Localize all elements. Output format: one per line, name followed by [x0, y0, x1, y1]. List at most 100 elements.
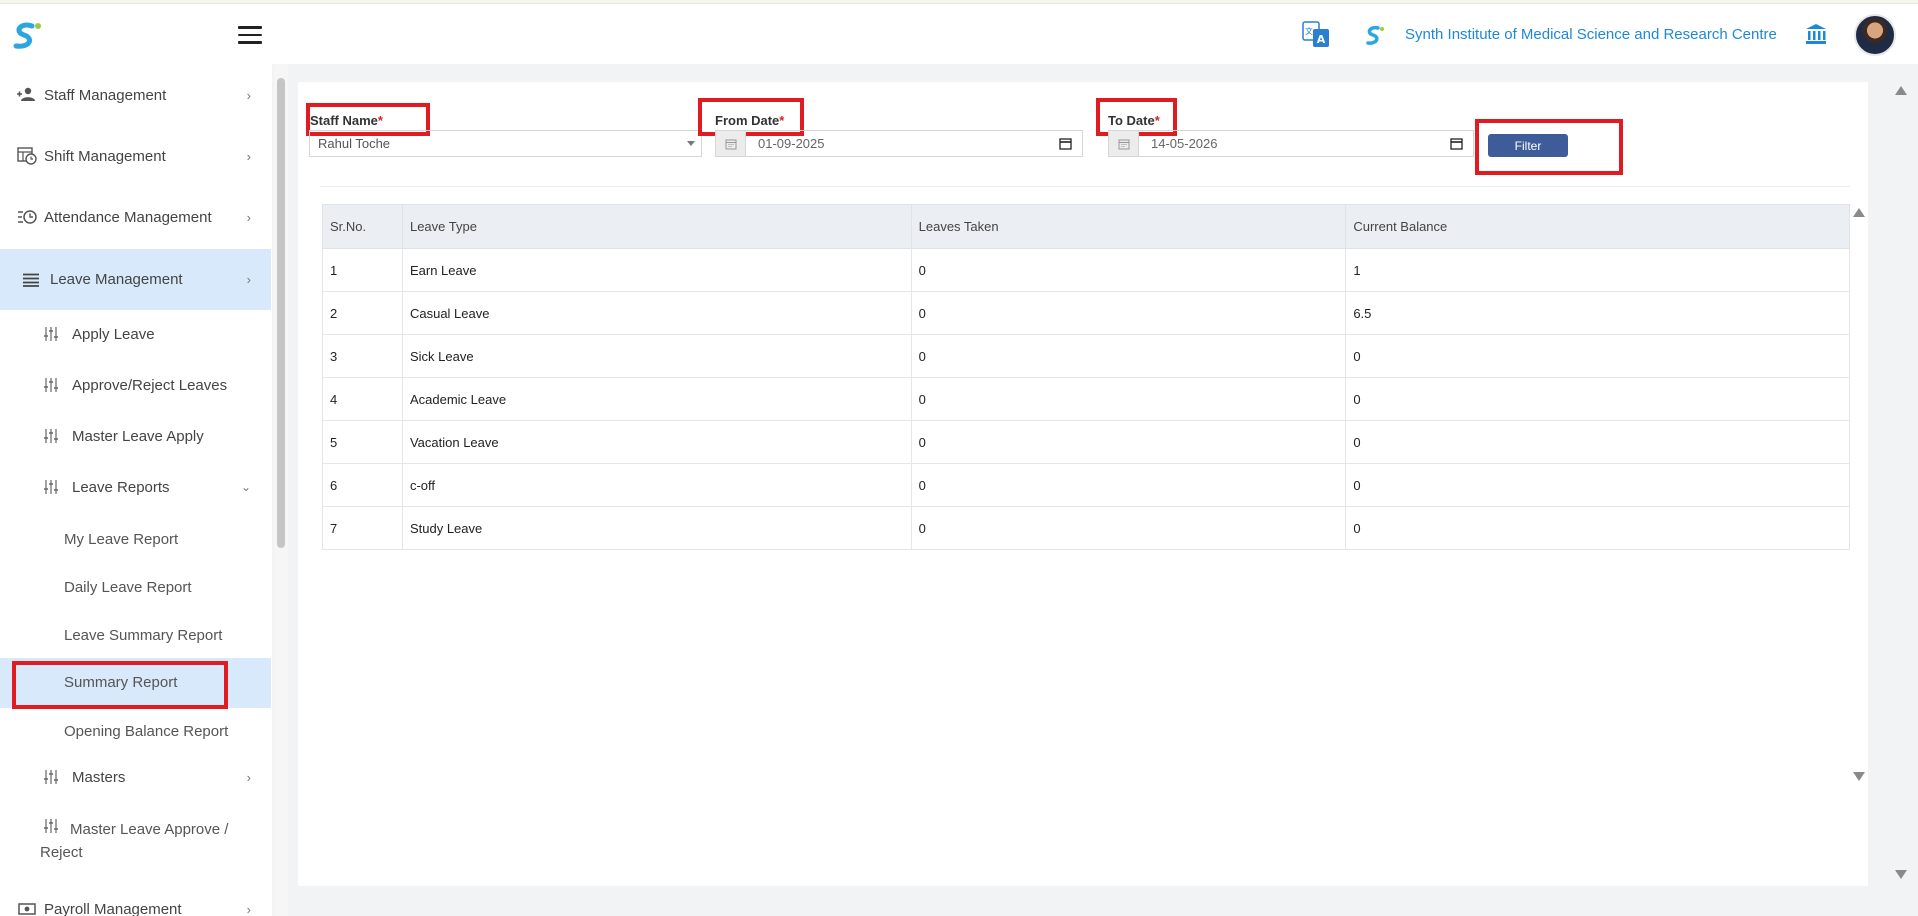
sidebar-item-master-leave-approve-label[interactable]: Master Leave Approve / Reject: [40, 818, 250, 864]
svg-text:A: A: [1317, 33, 1326, 46]
to-date-input[interactable]: 14-05-2026: [1108, 130, 1474, 157]
chevron-right-icon: ›: [246, 209, 251, 225]
cell-leave-type: c-off: [401, 463, 912, 507]
app-logo-icon[interactable]: [10, 20, 44, 52]
cell-sr-no: 2: [322, 291, 403, 335]
bank-icon[interactable]: [1804, 22, 1828, 46]
top-header: A 文 Synth Institute of Medical Science a…: [0, 4, 1918, 64]
sidebar-item-master-leave-apply[interactable]: Master Leave Apply: [0, 419, 271, 453]
staff-icon: [14, 85, 40, 105]
sidebar-item-shift-management[interactable]: Shift Management ›: [0, 139, 271, 173]
sidebar-item-leave-management[interactable]: Leave Management ›: [0, 249, 271, 310]
sidebar-item-approve-reject-leaves[interactable]: Approve/Reject Leaves: [0, 368, 271, 402]
staff-name-select[interactable]: Rahul Toche: [309, 130, 702, 157]
table-row: 3 Sick Leave 0 0: [322, 334, 1850, 378]
date-picker-icon[interactable]: [1059, 137, 1072, 153]
divider: [320, 186, 1850, 187]
cell-sr-no: 5: [322, 420, 403, 464]
leave-summary-table: Sr.No. Leave Type Leaves Taken Current B…: [322, 204, 1850, 550]
cell-sr-no: 4: [322, 377, 403, 421]
caret-down-icon: [687, 141, 695, 146]
cell-leaves-taken: 0: [910, 248, 1347, 292]
sliders-icon: [38, 426, 64, 446]
cell-leave-type: Casual Leave: [401, 291, 912, 335]
cell-leave-type: Vacation Leave: [401, 420, 912, 464]
calendar-icon: [716, 131, 746, 156]
chevron-right-icon: ›: [246, 272, 251, 287]
sidebar-item-summary-report[interactable]: Summary Report: [0, 658, 271, 708]
cell-leave-type: Academic Leave: [401, 377, 912, 421]
cell-leaves-taken: 0: [910, 291, 1347, 335]
cell-leaves-taken: 0: [910, 334, 1347, 378]
cell-leaves-taken: 0: [910, 506, 1347, 550]
from-date-value: 01-09-2025: [758, 136, 825, 151]
list-icon: [18, 270, 44, 290]
col-header-sr-no[interactable]: Sr.No.: [322, 204, 403, 249]
sidebar-scrollbar-thumb[interactable]: [277, 78, 285, 548]
col-header-leaves-taken[interactable]: Leaves Taken: [910, 204, 1347, 249]
cell-current-balance: 6.5: [1345, 291, 1850, 335]
staff-name-label: Staff Name*: [310, 113, 383, 128]
sidebar-item-payroll-management[interactable]: Payroll Management ›: [0, 894, 271, 916]
table-scroll-up-icon[interactable]: [1853, 208, 1865, 217]
sliders-icon: [38, 767, 64, 787]
cell-sr-no: 6: [322, 463, 403, 507]
sidebar-item-opening-balance-report[interactable]: Opening Balance Report: [0, 720, 271, 744]
sidebar-item-leave-summary-report[interactable]: Leave Summary Report: [0, 624, 271, 648]
calendar-icon: [1109, 131, 1139, 156]
date-picker-icon[interactable]: [1450, 137, 1463, 153]
cell-current-balance: 0: [1345, 420, 1850, 464]
chevron-right-icon: ›: [246, 769, 251, 785]
col-header-current-balance[interactable]: Current Balance: [1345, 204, 1850, 249]
to-date-value: 14-05-2026: [1151, 136, 1218, 151]
attendance-icon: [14, 207, 40, 227]
institute-logo-icon: [1366, 25, 1384, 45]
chevron-right-icon: ›: [246, 901, 251, 916]
table-row: 2 Casual Leave 0 6.5: [322, 291, 1850, 335]
from-date-label: From Date*: [715, 113, 785, 128]
cell-current-balance: 0: [1345, 377, 1850, 421]
staff-name-value: Rahul Toche: [318, 136, 391, 151]
sidebar-item-daily-leave-report[interactable]: Daily Leave Report: [0, 576, 271, 600]
cell-current-balance: 0: [1345, 463, 1850, 507]
cell-current-balance: 1: [1345, 248, 1850, 292]
chevron-down-icon: ⌄: [240, 480, 251, 494]
cell-sr-no: 3: [322, 334, 403, 378]
svg-text:文: 文: [1305, 26, 1313, 36]
sliders-icon: [38, 477, 64, 497]
table-row: 7 Study Leave 0 0: [322, 506, 1850, 550]
sidebar-item-staff-management[interactable]: Staff Management ›: [0, 78, 271, 112]
sidebar: Staff Management › Shift Management › At…: [0, 64, 272, 916]
translate-icon[interactable]: A 文: [1302, 20, 1330, 50]
sliders-icon: [38, 375, 64, 395]
sidebar-item-attendance-management[interactable]: Attendance Management ›: [0, 200, 271, 234]
table-row: 1 Earn Leave 0 1: [322, 248, 1850, 292]
avatar[interactable]: [1854, 14, 1896, 56]
table-row: 6 c-off 0 0: [322, 463, 1850, 507]
page-scroll-down-icon[interactable]: [1895, 870, 1907, 879]
cell-leave-type: Earn Leave: [401, 248, 912, 292]
cell-current-balance: 0: [1345, 334, 1850, 378]
payroll-icon: [14, 899, 40, 916]
table-row: 5 Vacation Leave 0 0: [322, 420, 1850, 464]
sidebar-item-leave-reports[interactable]: Leave Reports ⌄: [0, 470, 271, 504]
sidebar-item-apply-leave[interactable]: Apply Leave: [0, 317, 271, 351]
chevron-right-icon: ›: [246, 148, 251, 164]
institute-name[interactable]: Synth Institute of Medical Science and R…: [1405, 26, 1777, 43]
table-scroll-down-icon[interactable]: [1853, 772, 1865, 781]
cell-leave-type: Study Leave: [401, 506, 912, 550]
page-scroll-up-icon[interactable]: [1895, 86, 1907, 95]
sliders-icon: [38, 324, 64, 344]
table-row: 4 Academic Leave 0 0: [322, 377, 1850, 421]
col-header-leave-type[interactable]: Leave Type: [401, 204, 912, 249]
filter-button[interactable]: Filter: [1488, 134, 1568, 157]
shift-icon: [14, 146, 40, 166]
sidebar-item-my-leave-report[interactable]: My Leave Report: [0, 528, 271, 552]
hamburger-icon[interactable]: [238, 26, 262, 46]
cell-leave-type: Sick Leave: [401, 334, 912, 378]
to-date-label: To Date*: [1108, 113, 1160, 128]
from-date-input[interactable]: 01-09-2025: [715, 130, 1083, 157]
cell-current-balance: 0: [1345, 506, 1850, 550]
cell-sr-no: 1: [322, 248, 403, 292]
sidebar-item-masters[interactable]: Masters ›: [0, 760, 271, 794]
